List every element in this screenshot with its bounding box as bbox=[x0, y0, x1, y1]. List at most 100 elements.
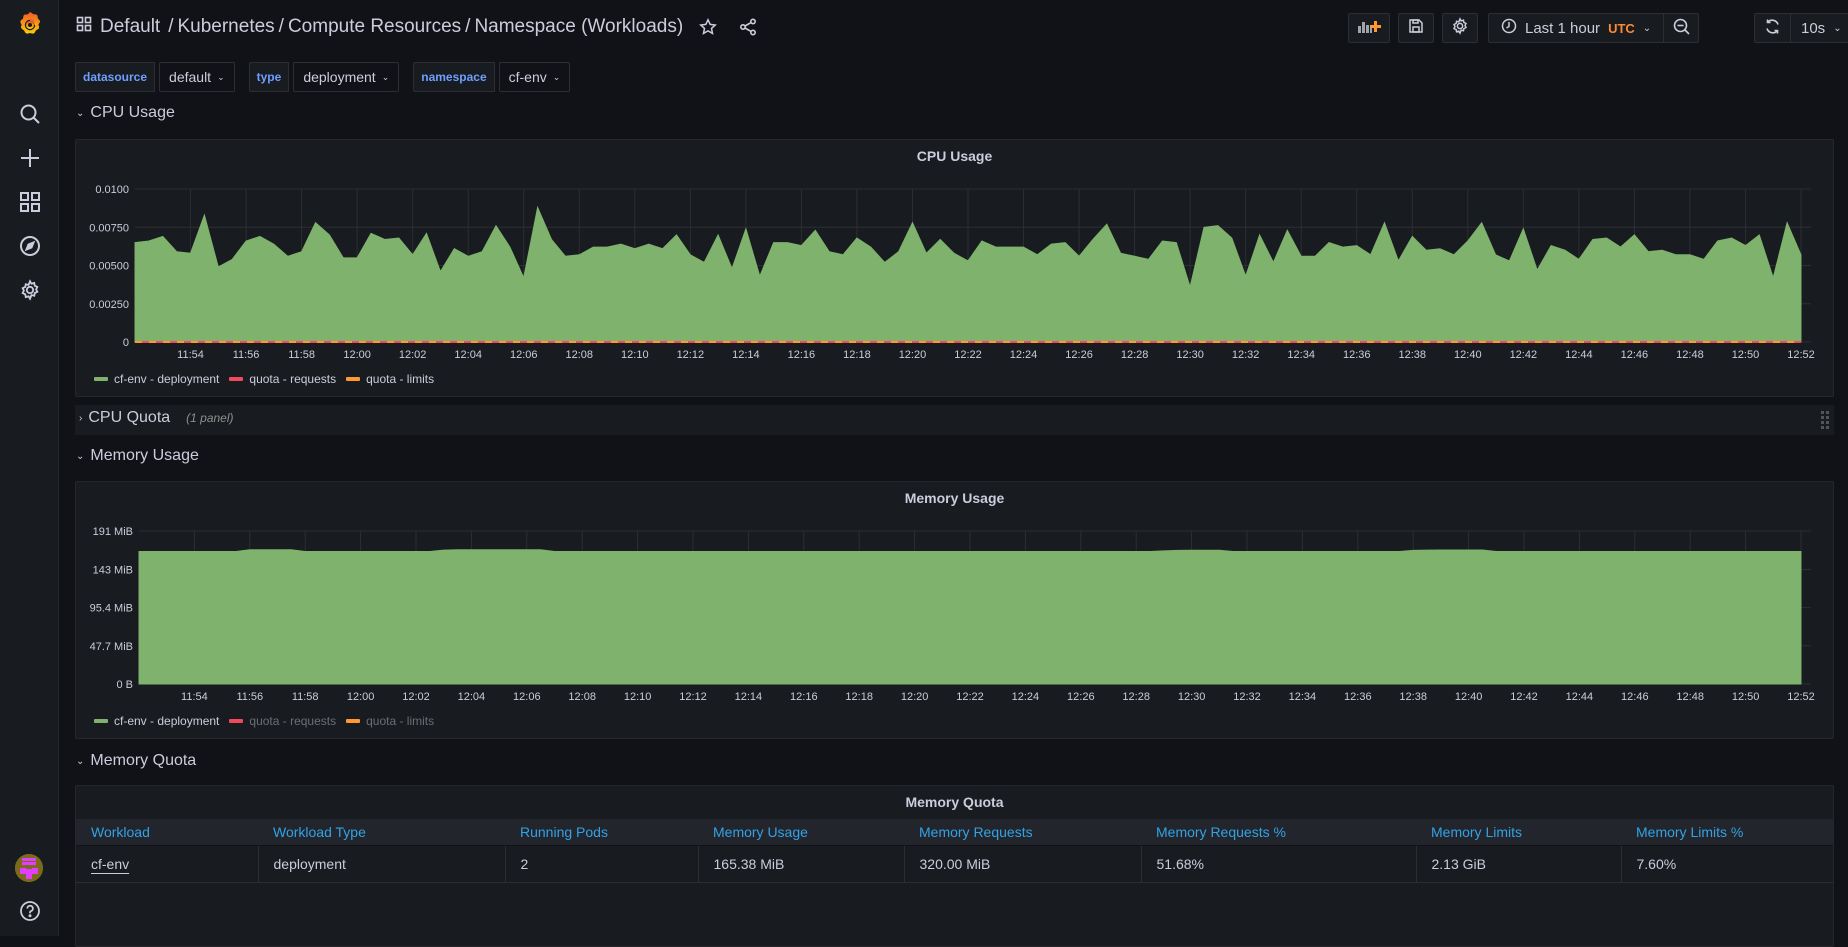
x-tick-label: 12:32 bbox=[1232, 349, 1260, 361]
help-icon[interactable] bbox=[14, 895, 46, 927]
x-tick-label: 11:54 bbox=[181, 691, 208, 703]
variable-datasource: datasource default ⌄ bbox=[75, 62, 235, 92]
grafana-logo-icon[interactable] bbox=[14, 8, 46, 40]
x-tick-label: 11:58 bbox=[292, 691, 319, 703]
column-header[interactable]: Workload bbox=[76, 819, 258, 846]
y-tick-label: 0.00500 bbox=[89, 261, 129, 273]
legend-item-hidden[interactable]: quota - requests bbox=[229, 714, 336, 728]
add-panel-button[interactable] bbox=[1348, 13, 1390, 43]
table-cell[interactable]: cf-env bbox=[76, 845, 259, 883]
x-tick-label: 12:42 bbox=[1510, 349, 1538, 361]
memory-usage-panel: Memory Usage 0 B 47.7 MiB 95.4 MiB 143 MiB 1… bbox=[75, 481, 1834, 739]
column-header[interactable]: Memory Requests % bbox=[1141, 819, 1416, 846]
legend-item[interactable]: cf-env - deployment bbox=[94, 714, 219, 728]
share-icon[interactable] bbox=[739, 18, 757, 36]
time-range-picker[interactable]: Last 1 hour UTC ⌄ bbox=[1488, 13, 1664, 43]
user-avatar[interactable] bbox=[15, 854, 43, 882]
datasource-select[interactable]: default ⌄ bbox=[159, 62, 235, 92]
legend-label: quota - limits bbox=[366, 714, 435, 728]
settings-icon bbox=[1451, 17, 1469, 39]
y-tick-label: 0.0100 bbox=[95, 184, 129, 196]
search-icon[interactable] bbox=[14, 98, 46, 130]
configuration-gear-icon[interactable] bbox=[14, 274, 46, 306]
memory-quota-table: Workload Workload Type Running Pods Memo… bbox=[76, 819, 1833, 883]
row-cpu-quota[interactable]: › CPU Quota (1 panel) bbox=[75, 405, 1834, 435]
y-tick-label: 191 MiB bbox=[93, 526, 133, 538]
x-tick-label: 12:20 bbox=[901, 691, 929, 703]
legend-label: cf-env - deployment bbox=[114, 372, 220, 386]
x-tick-label: 12:46 bbox=[1621, 691, 1649, 703]
page-title[interactable]: Namespace (Workloads) bbox=[474, 16, 683, 38]
dashboard-grid-icon bbox=[76, 16, 92, 38]
legend-item[interactable]: quota - requests bbox=[229, 372, 336, 386]
star-icon[interactable] bbox=[699, 18, 718, 36]
row-memory-usage[interactable]: ⌄ Memory Usage bbox=[76, 447, 199, 465]
legend-item-hidden[interactable]: quota - limits bbox=[346, 714, 434, 728]
chevron-down-icon: ⌄ bbox=[217, 71, 225, 82]
column-header[interactable]: Memory Limits bbox=[1416, 819, 1621, 846]
panel-title[interactable]: Memory Quota bbox=[76, 794, 1833, 810]
variable-label: type bbox=[248, 62, 290, 92]
table-cell: 2 bbox=[505, 845, 699, 883]
cpu-legend: cf-env - deployment quota - requests quo… bbox=[94, 372, 434, 386]
sidebar bbox=[0, 0, 59, 936]
namespace-select[interactable]: cf-env ⌄ bbox=[498, 62, 571, 92]
table-header-row: Workload Workload Type Running Pods Memo… bbox=[76, 819, 1833, 846]
dashboard-settings-button[interactable] bbox=[1442, 13, 1478, 43]
refresh-button[interactable] bbox=[1754, 13, 1790, 43]
zoom-out-button[interactable] bbox=[1663, 13, 1700, 43]
refresh-interval-label: 10s bbox=[1801, 19, 1826, 37]
x-tick-label: 12:18 bbox=[845, 691, 873, 703]
row-memory-quota[interactable]: ⌄ Memory Quota bbox=[76, 752, 196, 770]
save-dashboard-button[interactable] bbox=[1398, 13, 1434, 43]
dashboards-icon[interactable] bbox=[14, 186, 46, 218]
x-tick-label: 12:50 bbox=[1732, 349, 1760, 361]
legend-label: quota - requests bbox=[249, 714, 337, 728]
row-cpu-usage[interactable]: ⌄ CPU Usage bbox=[76, 104, 175, 122]
type-select[interactable]: deployment ⌄ bbox=[293, 62, 400, 92]
x-tick-label: 12:20 bbox=[899, 349, 927, 361]
x-tick-label: 12:32 bbox=[1233, 691, 1261, 703]
breadcrumb-separator: / bbox=[465, 16, 471, 37]
legend-item[interactable]: quota - limits bbox=[346, 372, 434, 386]
x-tick-label: 12:04 bbox=[454, 349, 482, 361]
column-header[interactable]: Memory Usage bbox=[698, 819, 904, 846]
x-tick-label: 12:36 bbox=[1344, 691, 1372, 703]
table-cell: 320.00 MiB bbox=[904, 845, 1142, 883]
memory-quota-panel: Memory Quota Workload Workload Type Runn… bbox=[75, 785, 1834, 947]
timezone-label: UTC bbox=[1608, 20, 1635, 36]
column-header[interactable]: Memory Limits % bbox=[1621, 819, 1833, 846]
column-header[interactable]: Memory Requests bbox=[904, 819, 1141, 846]
x-tick-label: 12:08 bbox=[566, 349, 594, 361]
chevron-down-icon: ⌄ bbox=[381, 71, 390, 82]
x-tick-label: 12:50 bbox=[1732, 691, 1760, 703]
column-header[interactable]: Workload Type bbox=[258, 819, 505, 846]
row-title-wrap: › CPU Quota (1 panel) bbox=[79, 409, 234, 427]
variable-value: default bbox=[169, 69, 212, 85]
save-icon bbox=[1408, 18, 1424, 38]
create-plus-icon[interactable] bbox=[14, 142, 46, 174]
breadcrumb-folder[interactable]: Default bbox=[100, 16, 160, 38]
cpu-usage-chart: 0 0.00250 0.00500 0.00750 0.0100 11:54 11:56 11… bbox=[89, 184, 1815, 361]
x-tick-label: 12:06 bbox=[510, 349, 538, 361]
breadcrumb-separator: / bbox=[278, 16, 284, 37]
legend-label: cf-env - deployment bbox=[114, 714, 220, 728]
drag-handle-icon[interactable] bbox=[1820, 410, 1830, 435]
workload-link[interactable]: cf-env bbox=[91, 856, 129, 872]
refresh-interval-picker[interactable]: 10s ⌄ bbox=[1790, 13, 1848, 43]
explore-compass-icon[interactable] bbox=[14, 230, 46, 262]
legend-swatch bbox=[94, 719, 108, 723]
x-tick-label: 12:40 bbox=[1455, 691, 1483, 703]
breadcrumb-item[interactable]: Compute Resources bbox=[288, 16, 461, 38]
x-tick-label: 12:22 bbox=[956, 691, 984, 703]
x-tick-label: 12:52 bbox=[1787, 691, 1815, 703]
x-tick-label: 12:14 bbox=[732, 349, 760, 361]
x-tick-label: 12:38 bbox=[1399, 349, 1427, 361]
x-tick-label: 12:28 bbox=[1121, 349, 1149, 361]
breadcrumb-item[interactable]: Kubernetes bbox=[177, 16, 274, 38]
x-tick-label: 12:30 bbox=[1176, 349, 1204, 361]
x-tick-label: 12:04 bbox=[458, 691, 486, 703]
x-tick-label: 12:22 bbox=[954, 349, 982, 361]
legend-item[interactable]: cf-env - deployment bbox=[94, 372, 219, 386]
column-header[interactable]: Running Pods bbox=[505, 819, 698, 846]
